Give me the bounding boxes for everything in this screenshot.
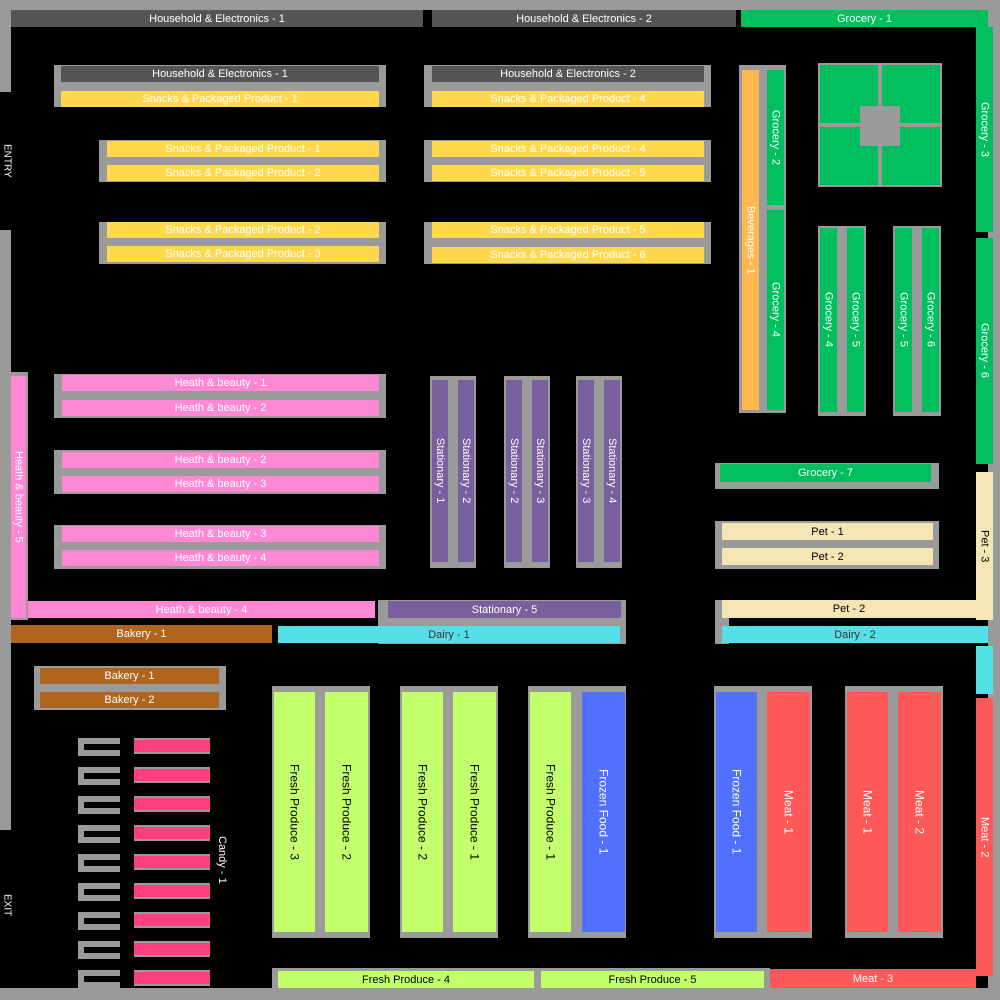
- household-electronics-2-aisle[interactable]: Household & Electronics - 2: [432, 66, 704, 82]
- candy-bin[interactable]: [134, 854, 210, 870]
- stationary-4[interactable]: Stationary - 4: [604, 380, 620, 562]
- store-floor-map: { "labels": { "entry": "ENTRY", "exit": …: [0, 0, 1000, 1000]
- pet-3[interactable]: Pet - 3: [976, 472, 993, 620]
- heath-beauty-2-b[interactable]: Heath & beauty - 2: [62, 452, 379, 468]
- snacks-3[interactable]: Snacks & Packaged Product - 3: [107, 246, 379, 262]
- pet-2-b[interactable]: Pet - 2: [722, 600, 976, 618]
- grocery-display-center: [860, 106, 900, 146]
- candy-area: [78, 738, 218, 988]
- left-wall-top: [0, 0, 11, 92]
- beverages-1[interactable]: Beverages - 1: [742, 70, 759, 410]
- heath-beauty-2-a[interactable]: Heath & beauty - 2: [62, 400, 379, 416]
- bakery-1-a[interactable]: Bakery - 1: [11, 625, 272, 643]
- candy-bracket: [78, 825, 120, 843]
- meat-1-a[interactable]: Meat - 1: [767, 692, 810, 932]
- dairy-2-right[interactable]: [976, 646, 993, 694]
- candy-bin[interactable]: [134, 941, 210, 957]
- fresh-produce-4[interactable]: Fresh Produce - 4: [278, 971, 534, 988]
- heath-beauty-4-b[interactable]: Heath & beauty - 4: [28, 601, 375, 618]
- candy-bin[interactable]: [134, 738, 210, 754]
- top-wall: [0, 0, 1000, 10]
- bakery-1-b[interactable]: Bakery - 1: [40, 668, 219, 684]
- heath-beauty-1[interactable]: Heath & beauty - 1: [62, 375, 379, 391]
- candy-bin[interactable]: [134, 796, 210, 812]
- fresh-produce-2-a[interactable]: Fresh Produce - 2: [325, 692, 368, 932]
- meat-2[interactable]: Meat - 2: [898, 692, 941, 932]
- pet-1[interactable]: Pet - 1: [722, 523, 933, 540]
- grocery-6-right[interactable]: Grocery - 6: [976, 238, 993, 464]
- frozen-food-1-b[interactable]: Frozen Food - 1: [716, 692, 757, 932]
- stationary-3-a[interactable]: Stationary - 3: [532, 380, 548, 562]
- snacks-2-b[interactable]: Snacks & Packaged Product - 2: [107, 222, 379, 238]
- candy-bin[interactable]: [134, 912, 210, 928]
- grocery-1[interactable]: Grocery - 1: [741, 10, 988, 27]
- candy-bracket: [78, 912, 120, 930]
- household-electronics-2-top[interactable]: Household & Electronics - 2: [432, 10, 736, 27]
- stationary-3-b[interactable]: Stationary - 3: [578, 380, 594, 562]
- candy-bin[interactable]: [134, 767, 210, 783]
- grocery-4-b[interactable]: Grocery - 4: [820, 228, 837, 412]
- household-electronics-1-top[interactable]: Household & Electronics - 1: [11, 10, 423, 27]
- candy-bracket: [78, 941, 120, 959]
- fresh-produce-1-a[interactable]: Fresh Produce - 1: [453, 692, 496, 932]
- grocery-5-b[interactable]: Grocery - 5: [895, 228, 912, 412]
- pet-2-a[interactable]: Pet - 2: [722, 548, 933, 565]
- candy-bracket: [78, 796, 120, 814]
- bottom-wall: [0, 988, 1000, 1000]
- stationary-1[interactable]: Stationary - 1: [432, 380, 448, 562]
- stationary-2-b[interactable]: Stationary - 2: [506, 380, 522, 562]
- grocery-4-a[interactable]: Grocery - 4: [767, 210, 784, 410]
- fresh-produce-5[interactable]: Fresh Produce - 5: [541, 971, 764, 988]
- stationary-5[interactable]: Stationary - 5: [388, 601, 621, 618]
- fresh-produce-3[interactable]: Fresh Produce - 3: [274, 692, 315, 932]
- snacks-4-b[interactable]: Snacks & Packaged Product - 4: [432, 141, 704, 157]
- stationary-2-a[interactable]: Stationary - 2: [458, 380, 474, 562]
- grocery-2[interactable]: Grocery - 2: [767, 70, 784, 205]
- candy-bracket: [78, 854, 120, 872]
- heath-beauty-3-b[interactable]: Heath & beauty - 3: [62, 526, 379, 542]
- entry-label[interactable]: ENTRY: [0, 92, 14, 230]
- fresh-produce-1-b[interactable]: Fresh Produce - 1: [530, 692, 571, 932]
- candy-bin[interactable]: [134, 883, 210, 899]
- snacks-5-b[interactable]: Snacks & Packaged Product - 5: [432, 222, 704, 238]
- candy-1-label[interactable]: Candy - 1: [212, 800, 232, 920]
- snacks-1-a[interactable]: Snacks & Packaged Product - 1: [61, 91, 379, 107]
- heath-beauty-4-a[interactable]: Heath & beauty - 4: [62, 550, 379, 566]
- grocery-3[interactable]: Grocery - 3: [976, 27, 993, 232]
- grocery-5-a[interactable]: Grocery - 5: [847, 228, 864, 412]
- heath-beauty-3-a[interactable]: Heath & beauty - 3: [62, 476, 379, 492]
- household-electronics-1-aisle[interactable]: Household & Electronics - 1: [61, 66, 379, 82]
- grocery-7[interactable]: Grocery - 7: [720, 464, 931, 482]
- candy-bracket: [78, 970, 120, 988]
- meat-1-b[interactable]: Meat - 1: [847, 692, 888, 932]
- candy-bin[interactable]: [134, 825, 210, 841]
- snacks-5-a[interactable]: Snacks & Packaged Product - 5: [432, 165, 704, 181]
- candy-bracket: [78, 767, 120, 785]
- bakery-2[interactable]: Bakery - 2: [40, 692, 219, 708]
- dairy-1[interactable]: Dairy - 1: [278, 626, 620, 643]
- candy-bracket: [78, 883, 120, 901]
- meat-3[interactable]: Meat - 3: [770, 969, 976, 988]
- grocery-6[interactable]: Grocery - 6: [922, 228, 939, 412]
- candy-bin[interactable]: [134, 970, 210, 986]
- snacks-4-a[interactable]: Snacks & Packaged Product - 4: [432, 91, 704, 107]
- candy-bracket: [78, 738, 120, 756]
- snacks-6[interactable]: Snacks & Packaged Product - 6: [432, 247, 704, 263]
- frozen-food-1-a[interactable]: Frozen Food - 1: [582, 692, 625, 932]
- meat-2-right[interactable]: Meat - 2: [976, 698, 993, 976]
- dairy-2[interactable]: Dairy - 2: [722, 626, 988, 643]
- exit-label[interactable]: EXIT: [0, 830, 14, 980]
- heath-beauty-5[interactable]: Heath & beauty - 5: [11, 376, 26, 618]
- fresh-produce-2-b[interactable]: Fresh Produce - 2: [402, 692, 443, 932]
- snacks-2-a[interactable]: Snacks & Packaged Product - 2: [107, 165, 379, 181]
- snacks-1-b[interactable]: Snacks & Packaged Product - 1: [107, 141, 379, 157]
